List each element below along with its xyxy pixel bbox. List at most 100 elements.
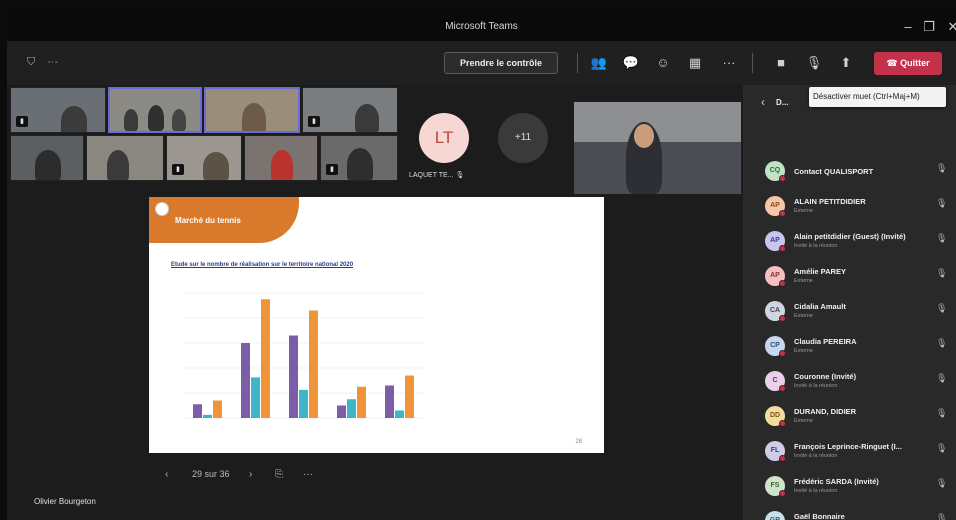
mic-off-icon: ▮ <box>308 116 320 127</box>
camera-icon[interactable]: ■ <box>771 53 791 73</box>
participant-role: Externe <box>794 278 813 284</box>
mic-off-icon: 🎙 <box>936 303 948 313</box>
chart-bar <box>405 375 414 418</box>
timer-placeholder-icon: -·- <box>47 56 59 68</box>
video-tile[interactable]: ▮ <box>302 87 398 133</box>
participant-row[interactable]: AP Alain petitdidier (Guest) (Invité) Invi… <box>743 225 956 259</box>
presence-status-icon <box>779 490 786 497</box>
chart-bar <box>395 410 404 418</box>
more-actions-icon[interactable]: ··· <box>719 53 739 73</box>
participant-name: Gaël Bonnaire <box>794 512 845 520</box>
chart-bar <box>261 299 270 418</box>
minimize-icon[interactable]: – <box>900 19 916 34</box>
chart-bar <box>337 405 346 418</box>
person-silhouette <box>35 150 61 180</box>
participant-name: Amélie PAREY <box>794 267 846 276</box>
mic-off-icon: ▮ <box>16 116 28 127</box>
presence-status-icon <box>779 210 786 217</box>
shield-icon[interactable]: ⛉ -·- <box>27 56 58 69</box>
video-tile-active[interactable] <box>108 87 202 133</box>
participant-row[interactable]: C Couronne (Invité) Invité à la réunion 🎙 <box>743 365 956 399</box>
video-tile[interactable]: ▮ <box>166 135 242 181</box>
participant-row[interactable]: DD DURAND, DIDIER Externe 🎙 <box>743 400 956 434</box>
participant-name: François Leprince-Ringuet (I... <box>794 442 902 451</box>
more-participants-button[interactable]: +11 <box>498 113 548 163</box>
participant-row[interactable]: FL François Leprince-Ringuet (I... Invité … <box>743 435 956 469</box>
mic-off-icon: 🎙 <box>455 172 465 179</box>
participant-row[interactable]: GBGaël BonnaireExterne🎙 <box>743 505 956 520</box>
person-silhouette <box>242 103 266 131</box>
participant-row[interactable]: FS Frédéric SARDA (Invité) Invité à la réu… <box>743 470 956 504</box>
slide-page-number: 28 <box>575 439 582 445</box>
participant-name: Cidalia Amault <box>794 302 846 311</box>
mic-muted-icon[interactable]: 🎙 <box>804 53 824 73</box>
more-options-icon[interactable]: ··· <box>303 469 313 480</box>
chart-bar <box>347 399 356 418</box>
chart-bar <box>251 377 260 418</box>
participant-name: Frédéric SARDA (Invité) <box>794 477 879 486</box>
reactions-icon[interactable]: ☺ <box>653 53 673 73</box>
participant-avatar[interactable]: LT <box>419 113 469 163</box>
chart-bar <box>357 386 366 418</box>
person-silhouette <box>347 148 373 180</box>
participant-name-text: LAQUET TE... <box>409 172 454 179</box>
participant-role: Invité à la réunion <box>794 453 838 459</box>
mic-off-icon: 🎙 <box>936 163 948 173</box>
participant-avatar: GB <box>765 511 785 520</box>
chart-bar <box>193 404 202 418</box>
presence-status-icon <box>779 350 786 357</box>
participants-icon[interactable]: 👥 <box>589 53 609 73</box>
participant-name: LAQUET TE... 🎙 <box>409 171 464 179</box>
participants-panel: ‹ D... CQ Contact QUALISPORT 🎙 AP ALAIN PETI… <box>743 85 956 520</box>
person-silhouette <box>203 152 229 180</box>
window-title: Microsoft Teams <box>445 21 518 32</box>
leave-label: Quitter <box>900 58 930 68</box>
active-speaker-video[interactable] <box>574 102 741 194</box>
video-tile[interactable] <box>244 135 318 181</box>
teams-window: Microsoft Teams – ❐ ✕ ⛉ -·- Prendre le co… <box>7 14 956 520</box>
presence-status-icon <box>779 420 786 427</box>
close-icon[interactable]: ✕ <box>945 19 956 35</box>
participant-row[interactable]: CQ Contact QUALISPORT 🎙 <box>743 155 956 189</box>
video-tile-active[interactable] <box>204 87 300 133</box>
toolbar-divider <box>752 53 753 73</box>
title-bar: Microsoft Teams – ❐ ✕ <box>7 14 956 41</box>
meeting-toolbar: ⛉ -·- Prendre le contrôle 👥 💬 ☺ ▦ ··· ■ 🎙… <box>7 41 956 85</box>
chart-bar <box>203 414 212 418</box>
person-silhouette <box>172 109 186 131</box>
participant-row[interactable]: CP Claudia PEREIRA Externe 🎙 <box>743 330 956 364</box>
back-button[interactable]: ‹ <box>761 95 765 109</box>
share-screen-icon[interactable]: ⬆ <box>836 53 856 73</box>
presence-status-icon <box>779 175 786 182</box>
person-silhouette <box>148 105 164 131</box>
participant-name: Couronne (Invité) <box>794 372 857 381</box>
participant-row[interactable]: AP ALAIN PETITDIDIER Externe 🎙 <box>743 190 956 224</box>
mic-off-icon: 🎙 <box>936 443 948 453</box>
slide-position: 29 sur 36 <box>192 469 230 479</box>
chart-bar <box>289 335 298 418</box>
person-silhouette <box>61 106 87 132</box>
chat-icon[interactable]: 💬 <box>621 53 641 73</box>
maximize-icon[interactable]: ❐ <box>921 19 937 35</box>
participant-name: Contact QUALISPORT <box>794 167 874 176</box>
participant-row[interactable]: AP Amélie PAREY Externe 🎙 <box>743 260 956 294</box>
rooms-icon[interactable]: ▦ <box>685 53 705 73</box>
presence-status-icon <box>779 315 786 322</box>
participant-row[interactable]: CA Cidalia Amault Externe 🎙 <box>743 295 956 329</box>
person-silhouette <box>107 150 129 180</box>
video-tile[interactable]: ▮ <box>320 135 398 181</box>
presence-status-icon <box>779 245 786 252</box>
sync-slides-icon[interactable]: ⎘ <box>275 469 283 480</box>
take-control-button[interactable]: Prendre le contrôle <box>444 52 558 74</box>
video-tile[interactable]: ▮ <box>10 87 106 133</box>
chart-bar <box>385 385 394 418</box>
next-slide-button[interactable]: › <box>249 469 252 480</box>
chart-bar <box>299 389 308 418</box>
video-tile[interactable] <box>86 135 164 181</box>
leave-button[interactable]: ☎ Quitter <box>874 52 942 75</box>
previous-slide-button[interactable]: ‹ <box>165 469 168 480</box>
shared-presentation-slide[interactable]: Marché du tennis Etude sur le nombre de … <box>149 197 604 453</box>
person-silhouette <box>355 104 379 132</box>
panel-title: D... <box>776 98 789 107</box>
video-tile[interactable] <box>10 135 84 181</box>
